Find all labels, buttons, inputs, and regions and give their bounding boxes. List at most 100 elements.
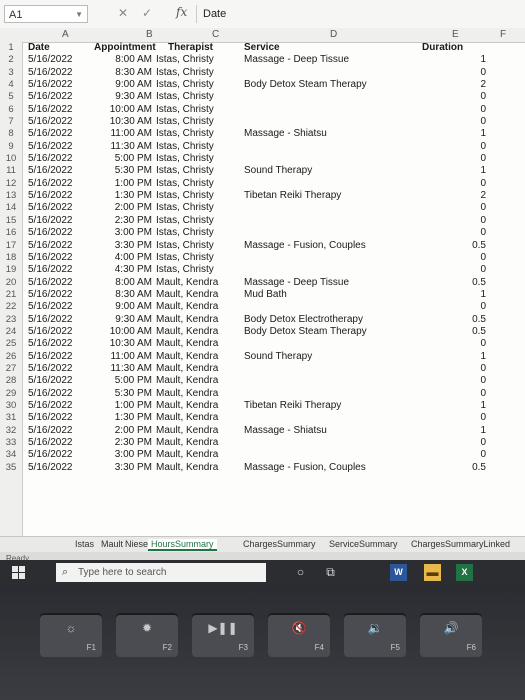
row-number[interactable]: 13: [0, 190, 22, 202]
cell-therapist[interactable]: Mault, Kendra: [156, 437, 218, 449]
cell-date[interactable]: 5/16/2022: [28, 412, 73, 424]
cell-date[interactable]: 5/16/2022: [28, 240, 73, 252]
row-number[interactable]: 6: [0, 104, 22, 116]
cell-date[interactable]: 5/16/2022: [28, 79, 73, 91]
row-number[interactable]: 20: [0, 277, 22, 289]
cell-duration[interactable]: 0: [442, 67, 486, 79]
cell-therapist[interactable]: Istas, Christy: [156, 153, 214, 165]
chevron-down-icon[interactable]: ▼: [75, 6, 83, 24]
cell-therapist[interactable]: Mault, Kendra: [156, 363, 218, 375]
cell-appointment[interactable]: 11:00 AM: [86, 128, 152, 140]
cell-duration[interactable]: 0: [442, 215, 486, 227]
cell-therapist[interactable]: Mault, Kendra: [156, 400, 218, 412]
cell-duration[interactable]: 0: [442, 338, 486, 350]
cell-appointment[interactable]: 10:30 AM: [86, 338, 152, 350]
row-number[interactable]: 9: [0, 141, 22, 153]
cell-therapist[interactable]: Mault, Kendra: [156, 314, 218, 326]
cell-duration[interactable]: 0: [442, 363, 486, 375]
row-number[interactable]: 29: [0, 388, 22, 400]
cell-date[interactable]: 5/16/2022: [28, 91, 73, 103]
cell-appointment[interactable]: 1:30 PM: [86, 412, 152, 424]
cell-duration[interactable]: 0: [442, 91, 486, 103]
cell-therapist[interactable]: Mault, Kendra: [156, 289, 218, 301]
cell-date[interactable]: 5/16/2022: [28, 301, 73, 313]
cell-duration[interactable]: 1: [442, 128, 486, 140]
cell-appointment[interactable]: 3:00 PM: [86, 227, 152, 239]
cell-duration[interactable]: 1: [442, 425, 486, 437]
cell-duration[interactable]: 0: [442, 264, 486, 276]
excel-icon[interactable]: X: [456, 564, 473, 581]
cell-duration[interactable]: 0.5: [442, 240, 486, 252]
cell-therapist[interactable]: Istas, Christy: [156, 128, 214, 140]
cell-duration[interactable]: 0.5: [442, 462, 486, 474]
windows-logo-icon[interactable]: [12, 566, 26, 580]
name-box[interactable]: A1 ▼: [4, 5, 88, 23]
column-header-d[interactable]: D: [330, 29, 337, 40]
sheet-tab[interactable]: HoursSummary: [148, 539, 217, 551]
cell-duration[interactable]: 0: [442, 437, 486, 449]
cell-service[interactable]: Massage - Shiatsu: [244, 128, 327, 140]
cell-duration[interactable]: 0: [442, 104, 486, 116]
mute-key[interactable]: 🔇 F4: [268, 613, 330, 657]
cell-date[interactable]: 5/16/2022: [28, 326, 73, 338]
column-header-f[interactable]: F: [500, 29, 506, 40]
cell-duration[interactable]: 0: [442, 388, 486, 400]
cell-service[interactable]: Sound Therapy: [244, 351, 312, 363]
cell-appointment[interactable]: 9:30 AM: [86, 91, 152, 103]
cell-appointment[interactable]: 2:30 PM: [86, 437, 152, 449]
cell-date[interactable]: 5/16/2022: [28, 227, 73, 239]
cell-date[interactable]: 5/16/2022: [28, 400, 73, 412]
cell-date[interactable]: 5/16/2022: [28, 128, 73, 140]
column-header-a[interactable]: A: [62, 29, 69, 40]
cell-therapist[interactable]: Mault, Kendra: [156, 388, 218, 400]
cell-duration[interactable]: 0: [442, 375, 486, 387]
play-pause-key[interactable]: ▶❚❚ F3: [192, 613, 254, 657]
cell-service[interactable]: Mud Bath: [244, 289, 287, 301]
row-number[interactable]: 21: [0, 289, 22, 301]
cell-appointment[interactable]: 8:00 AM: [86, 54, 152, 66]
cell-therapist[interactable]: Istas, Christy: [156, 54, 214, 66]
header-therapist[interactable]: Therapist: [168, 42, 213, 54]
row-number[interactable]: 23: [0, 314, 22, 326]
cell-service[interactable]: Sound Therapy: [244, 165, 312, 177]
cortana-circle-icon[interactable]: ○: [292, 564, 309, 581]
cell-appointment[interactable]: 2:00 PM: [86, 425, 152, 437]
column-header-b[interactable]: B: [146, 29, 153, 40]
cell-service[interactable]: Tibetan Reiki Therapy: [244, 400, 341, 412]
word-icon[interactable]: W: [390, 564, 407, 581]
cell-date[interactable]: 5/16/2022: [28, 375, 73, 387]
cell-date[interactable]: 5/16/2022: [28, 252, 73, 264]
worksheet-grid[interactable]: Date Appointment Therapist Service Durat…: [22, 42, 525, 536]
cell-date[interactable]: 5/16/2022: [28, 277, 73, 289]
row-number[interactable]: 3: [0, 67, 22, 79]
cell-appointment[interactable]: 9:30 AM: [86, 314, 152, 326]
task-view-icon[interactable]: ⧉: [322, 564, 339, 581]
cell-date[interactable]: 5/16/2022: [28, 437, 73, 449]
file-explorer-icon[interactable]: ▬: [424, 564, 441, 581]
row-number[interactable]: 35: [0, 462, 22, 474]
cell-duration[interactable]: 0: [442, 153, 486, 165]
cell-therapist[interactable]: Mault, Kendra: [156, 375, 218, 387]
column-header-c[interactable]: C: [212, 29, 219, 40]
brightness-down-key[interactable]: ☼ F1: [40, 613, 102, 657]
row-number[interactable]: 24: [0, 326, 22, 338]
cell-appointment[interactable]: 1:30 PM: [86, 190, 152, 202]
cell-appointment[interactable]: 5:00 PM: [86, 153, 152, 165]
cell-therapist[interactable]: Mault, Kendra: [156, 338, 218, 350]
cell-duration[interactable]: 2: [442, 190, 486, 202]
row-number[interactable]: 28: [0, 375, 22, 387]
cell-therapist[interactable]: Istas, Christy: [156, 215, 214, 227]
taskbar-search-box[interactable]: ⌕ Type here to search: [56, 563, 266, 582]
row-number[interactable]: 5: [0, 91, 22, 103]
cell-therapist[interactable]: Istas, Christy: [156, 79, 214, 91]
formula-input[interactable]: Date: [196, 5, 525, 23]
cell-appointment[interactable]: 10:00 AM: [86, 104, 152, 116]
cell-duration[interactable]: 0: [442, 202, 486, 214]
cell-therapist[interactable]: Mault, Kendra: [156, 301, 218, 313]
cell-service[interactable]: Body Detox Electrotherapy: [244, 314, 363, 326]
cell-therapist[interactable]: Istas, Christy: [156, 227, 214, 239]
cell-duration[interactable]: 0.5: [442, 314, 486, 326]
cell-date[interactable]: 5/16/2022: [28, 363, 73, 375]
cell-date[interactable]: 5/16/2022: [28, 116, 73, 128]
cell-appointment[interactable]: 9:00 AM: [86, 301, 152, 313]
